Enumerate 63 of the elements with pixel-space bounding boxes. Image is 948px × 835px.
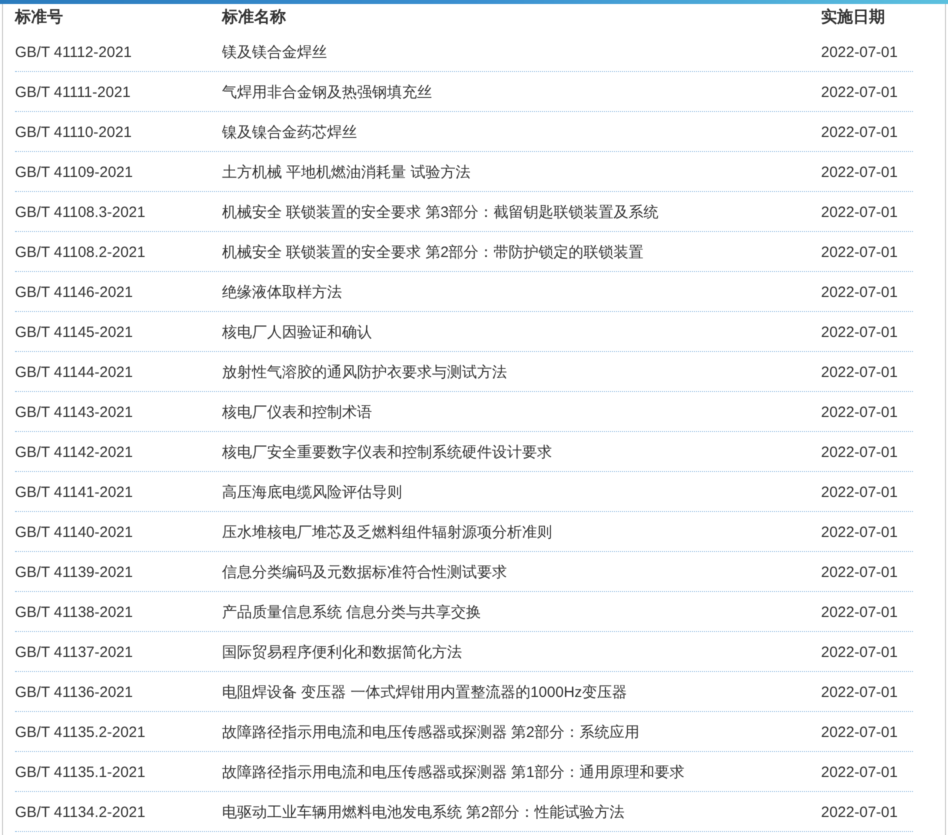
table-cell[interactable]: 绝缘液体取样方法 <box>222 284 342 301</box>
table-cell[interactable]: 国际贸易程序便利化和数据简化方法 <box>222 644 462 661</box>
table-cell: GB/T 41137-2021 <box>15 644 133 661</box>
table-cell: GB/T 41138-2021 <box>15 604 133 621</box>
table-cell: 2022-07-01 <box>821 44 898 61</box>
table-cell: 2022-07-01 <box>821 324 898 341</box>
table-cell: GB/T 41136-2021 <box>15 684 133 701</box>
table-cell[interactable]: 压水堆核电厂堆芯及乏燃料组件辐射源项分析准则 <box>222 524 552 541</box>
table-cell[interactable]: 电驱动工业车辆用燃料电池发电系统 第2部分：性能试验方法 <box>222 804 625 821</box>
table-cell: GB/T 41134.2-2021 <box>15 804 146 821</box>
table-cell: GB/T 41142-2021 <box>15 444 133 461</box>
table-cell[interactable]: 核电厂安全重要数字仪表和控制系统硬件设计要求 <box>222 444 552 461</box>
table-cell: 2022-07-01 <box>821 284 898 301</box>
table-cell: GB/T 41139-2021 <box>15 564 133 581</box>
table-cell: GB/T 41135.1-2021 <box>15 764 146 781</box>
table-cell: 2022-07-01 <box>821 684 898 701</box>
table-cell[interactable]: 核电厂人因验证和确认 <box>222 324 372 341</box>
column-header: 标准号 <box>15 9 63 26</box>
table-cell: GB/T 41108.3-2021 <box>15 204 146 221</box>
table-cell: 2022-07-01 <box>821 404 898 421</box>
table-cell: GB/T 41145-2021 <box>15 324 133 341</box>
table-cell[interactable]: 镍及镍合金药芯焊丝 <box>222 124 357 141</box>
table-cell: 2022-07-01 <box>821 84 898 101</box>
table-cell: GB/T 41109-2021 <box>15 164 133 181</box>
table-cell: 2022-07-01 <box>821 204 898 221</box>
table-cell[interactable]: 机械安全 联锁装置的安全要求 第3部分：截留钥匙联锁装置及系统 <box>222 204 659 221</box>
table-cell: GB/T 41143-2021 <box>15 404 133 421</box>
column-header: 标准名称 <box>222 9 286 26</box>
table-cell: 2022-07-01 <box>821 484 898 501</box>
table-cell: GB/T 41140-2021 <box>15 524 133 541</box>
table-cell: 2022-07-01 <box>821 164 898 181</box>
table-cell[interactable]: 高压海底电缆风险评估导则 <box>222 484 402 501</box>
table-cell[interactable]: 产品质量信息系统 信息分类与共享交换 <box>222 604 482 621</box>
table-cell: 2022-07-01 <box>821 724 898 741</box>
table-cell[interactable]: 土方机械 平地机燃油消耗量 试验方法 <box>222 164 470 181</box>
table-cell: 2022-07-01 <box>821 364 898 381</box>
column-header: 实施日期 <box>821 9 885 26</box>
table-cell[interactable]: 核电厂仪表和控制术语 <box>222 404 372 421</box>
table-cell: 2022-07-01 <box>821 124 898 141</box>
table-cell[interactable]: 气焊用非合金钢及热强钢填充丝 <box>222 84 432 101</box>
table-cell: 2022-07-01 <box>821 524 898 541</box>
table-cell[interactable]: 电阻焊设备 变压器 一体式焊钳用内置整流器的1000Hz变压器 <box>222 684 628 701</box>
table-cell: 2022-07-01 <box>821 244 898 261</box>
table-cell: 2022-07-01 <box>821 764 898 781</box>
table-cell: GB/T 41110-2021 <box>15 124 132 141</box>
table-cell: 2022-07-01 <box>821 604 898 621</box>
table-cell: GB/T 41108.2-2021 <box>15 244 146 261</box>
table-cell[interactable]: 镁及镁合金焊丝 <box>222 44 327 61</box>
table-cell: 2022-07-01 <box>821 644 898 661</box>
table-cell: 2022-07-01 <box>821 444 898 461</box>
table-cell[interactable]: 故障路径指示用电流和电压传感器或探测器 第2部分：系统应用 <box>222 724 640 741</box>
table-cell: GB/T 41146-2021 <box>15 284 133 301</box>
table-cell: GB/T 41111-2021 <box>15 84 131 101</box>
table-cell[interactable]: 故障路径指示用电流和电压传感器或探测器 第1部分：通用原理和要求 <box>222 764 685 781</box>
table-cell[interactable]: 信息分类编码及元数据标准符合性测试要求 <box>222 564 507 581</box>
table-cell: 2022-07-01 <box>821 804 898 821</box>
table-cell[interactable]: 放射性气溶胶的通风防护衣要求与测试方法 <box>222 364 507 381</box>
table-cell: GB/T 41135.2-2021 <box>15 724 146 741</box>
table-cell: GB/T 41112-2021 <box>15 44 132 61</box>
table-cell: GB/T 41144-2021 <box>15 364 133 381</box>
table-cell[interactable]: 机械安全 联锁装置的安全要求 第2部分：带防护锁定的联锁装置 <box>222 244 644 261</box>
table-cell: 2022-07-01 <box>821 564 898 581</box>
table-cell: GB/T 41141-2021 <box>15 484 133 501</box>
